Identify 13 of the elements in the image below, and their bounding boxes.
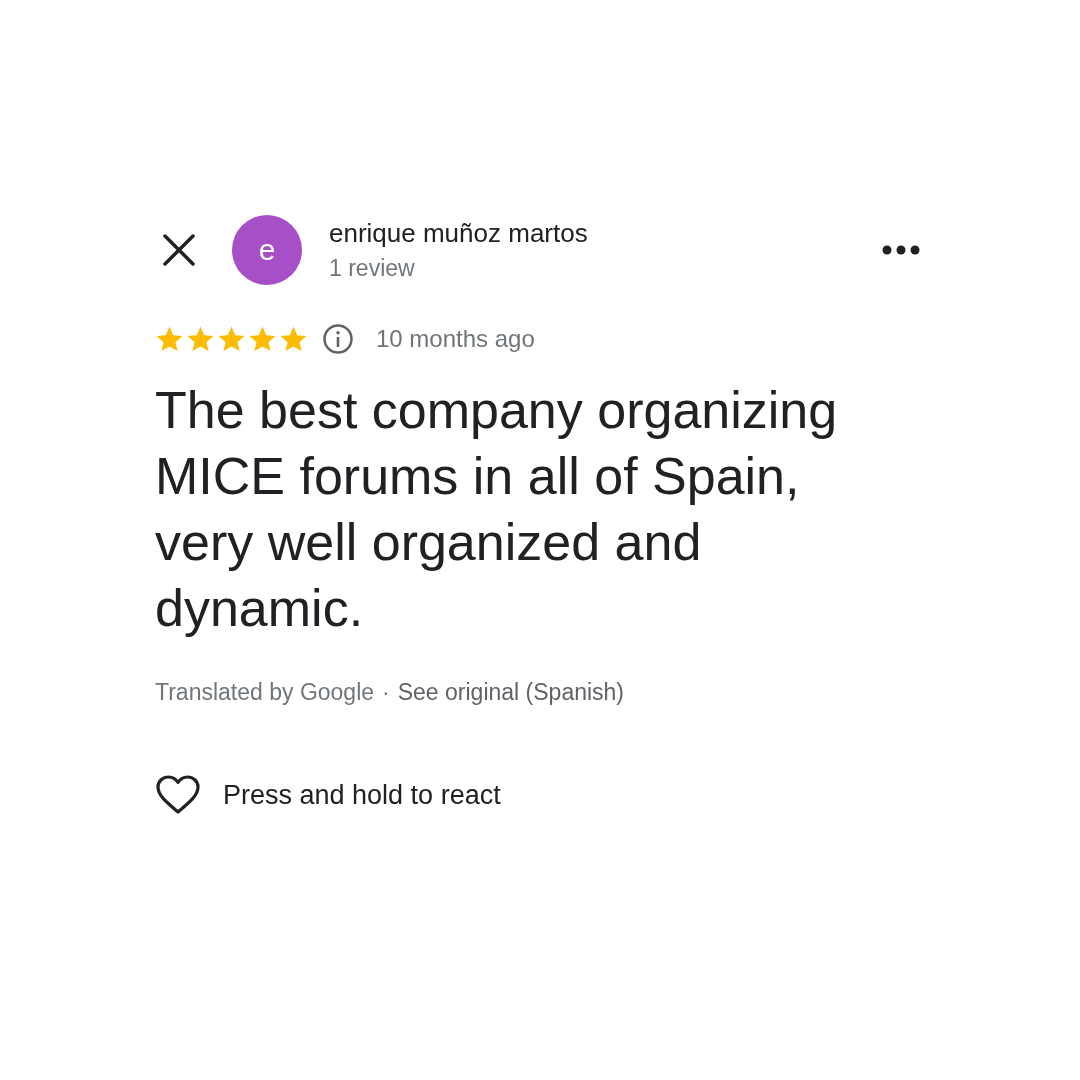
more-options-icon[interactable] xyxy=(882,245,920,255)
translation-credit: Translated by Google xyxy=(155,679,375,706)
review-count: 1 review xyxy=(329,255,416,282)
react-label[interactable]: Press and hold to react xyxy=(223,779,501,811)
separator: · xyxy=(382,679,390,706)
review-text: The best company organizing MICE forums in all of Spain, very well organized and dynamic. xyxy=(155,380,839,639)
see-original-link[interactable]: See original (Spanish) xyxy=(397,679,625,706)
review-time: 10 months ago xyxy=(376,325,535,353)
info-icon[interactable] xyxy=(322,323,354,355)
close-icon[interactable] xyxy=(162,233,196,267)
heart-icon[interactable] xyxy=(155,774,201,816)
reviewer-name[interactable]: enrique muñoz martos xyxy=(329,218,882,249)
avatar[interactable]: e xyxy=(232,215,302,285)
